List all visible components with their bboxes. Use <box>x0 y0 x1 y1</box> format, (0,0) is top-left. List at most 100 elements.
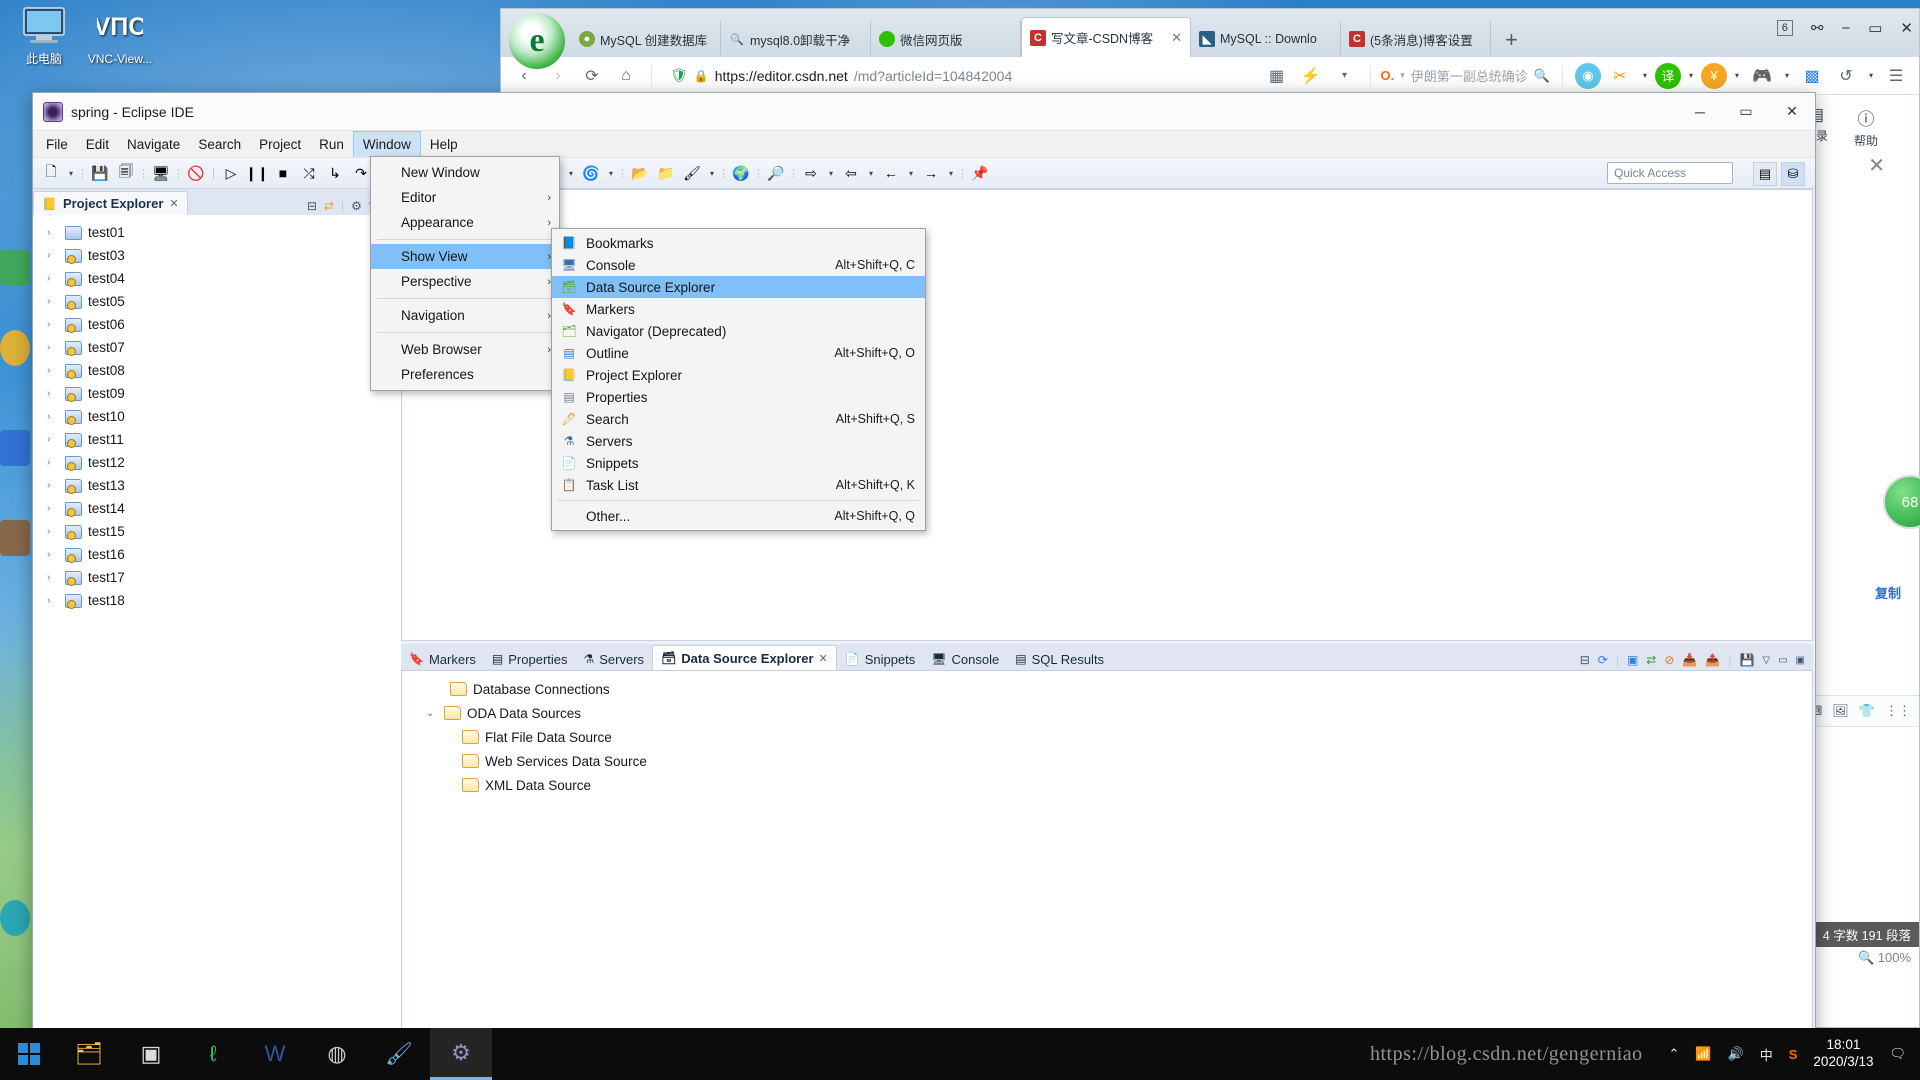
chevron-down-icon[interactable]: ⌄ <box>426 708 438 719</box>
search-input-value[interactable]: 伊朗第一副总统确诊 <box>1411 66 1528 85</box>
chevron-down-icon[interactable]: ▾ <box>865 169 877 178</box>
translate-icon[interactable]: 译 <box>1655 62 1681 89</box>
chevron-right-icon[interactable]: › <box>47 434 59 445</box>
tree-item[interactable]: › test16 <box>47 543 401 566</box>
show-view-snippets[interactable]: 📄 Snippets <box>552 452 925 474</box>
taskbar-edge[interactable]: ℓ <box>182 1028 244 1080</box>
taskbar-clock[interactable]: 18:01 2020/3/13 <box>1813 1037 1873 1071</box>
tree-item-xml-data-source[interactable]: XML Data Source <box>426 773 1812 797</box>
close-icon[interactable]: ✕ <box>1868 153 1885 178</box>
menu-item-show-view[interactable]: Show View › <box>371 244 559 269</box>
chevron-right-icon[interactable]: › <box>47 526 59 537</box>
chevron-down-icon[interactable]: ▽ <box>1762 655 1770 666</box>
tab-data-source-explorer[interactable]: 🗃 Data Source Explorer ✕ <box>652 645 837 670</box>
show-view-console[interactable]: 🖥 Console Alt+Shift+Q, C <box>552 254 925 276</box>
brush-icon[interactable]: 🖌 <box>680 161 704 185</box>
taskbar-word[interactable]: W <box>244 1028 306 1080</box>
tree-item[interactable]: › test15 <box>47 520 401 543</box>
import-icon[interactable]: 📥 <box>1682 653 1697 667</box>
forward-nav-icon[interactable]: → <box>919 161 943 185</box>
show-view-task-list[interactable]: 📋 Task List Alt+Shift+Q, K <box>552 474 925 496</box>
scissors-icon[interactable]: ✂ <box>1605 62 1635 90</box>
menu-item-new-window[interactable]: New Window <box>371 160 559 185</box>
chevron-right-icon[interactable]: › <box>47 572 59 583</box>
new-connection-icon[interactable]: ▣ <box>1627 653 1638 667</box>
save-icon[interactable]: 💾 <box>88 161 112 185</box>
tree-item[interactable]: › test05 <box>47 290 401 313</box>
wifi-icon[interactable]: 📶 <box>1695 1046 1711 1062</box>
search-box[interactable]: O. ▾ 伊朗第一副总统确诊 🔍 <box>1381 66 1550 85</box>
menu-file[interactable]: File <box>37 131 77 157</box>
record-icon[interactable]: ◉ <box>1575 62 1601 89</box>
menu-run[interactable]: Run <box>310 131 353 157</box>
shield-icon[interactable]: ¥ <box>1701 62 1727 89</box>
show-view-submenu[interactable]: 📘 Bookmarks 🖥 Console Alt+Shift+Q, C 🗃 D… <box>551 228 926 531</box>
chevron-right-icon[interactable]: › <box>47 411 59 422</box>
show-view-search[interactable]: 🖊 Search Alt+Shift+Q, S <box>552 408 925 430</box>
menu-project[interactable]: Project <box>250 131 310 157</box>
chevron-right-icon[interactable]: › <box>47 296 59 307</box>
suspend-icon[interactable]: ❙❙ <box>245 161 269 185</box>
chevron-down-icon[interactable]: ▾ <box>565 169 577 178</box>
view-menu-icon[interactable]: 💾 <box>1739 653 1754 667</box>
pin-icon[interactable]: ⚯ <box>1811 19 1824 37</box>
tree-item[interactable]: › test06 <box>47 313 401 336</box>
chevron-down-icon[interactable]: ▾ <box>1400 70 1405 81</box>
tree-item[interactable]: › test11 <box>47 428 401 451</box>
tab-snippets[interactable]: 📄 Snippets <box>837 648 924 670</box>
close-icon[interactable]: ✕ <box>169 197 178 210</box>
connect-icon[interactable]: ⇄ <box>1646 653 1656 667</box>
menu-item-appearance[interactable]: Appearance › <box>371 210 559 235</box>
maximize-icon[interactable]: ▣ <box>1796 655 1805 666</box>
chevron-right-icon[interactable]: › <box>47 342 59 353</box>
taskbar-chrome[interactable]: ◍ <box>306 1028 368 1080</box>
browser-tab[interactable]: 微信网页版 <box>871 21 1021 57</box>
taskbar-file-explorer[interactable]: 🗂 <box>58 1028 120 1080</box>
undo-icon[interactable]: ↺ <box>1831 62 1861 90</box>
tree-item[interactable]: › test10 <box>47 405 401 428</box>
chevron-up-icon[interactable]: ⌃ <box>1668 1046 1679 1062</box>
start-button[interactable] <box>0 1028 58 1080</box>
menu-search[interactable]: Search <box>189 131 250 157</box>
chevron-right-icon[interactable]: › <box>47 227 59 238</box>
collapse-all-icon[interactable]: ⊟ <box>307 199 317 213</box>
tree-item-web-services-data-source[interactable]: Web Services Data Source <box>426 749 1812 773</box>
show-view-project-explorer[interactable]: 📒 Project Explorer <box>552 364 925 386</box>
menu-item-web-browser[interactable]: Web Browser › <box>371 337 559 362</box>
browser-tab[interactable]: C (5条消息)博客设置 <box>1341 21 1491 57</box>
open-perspective-button[interactable]: ▤ <box>1753 162 1777 186</box>
home-icon[interactable]: ⌂ <box>611 62 641 90</box>
view-menu-icon[interactable]: ⚙ <box>351 199 362 213</box>
taskbar-terminal[interactable]: ▣ <box>120 1028 182 1080</box>
perspective-java-ee-button[interactable]: ⛁ <box>1781 162 1805 186</box>
chevron-down-icon[interactable]: ▾ <box>945 169 957 178</box>
chevron-right-icon[interactable]: › <box>47 480 59 491</box>
step-into-icon[interactable]: ↳ <box>323 161 347 185</box>
copy-link[interactable]: 复制 <box>1875 583 1901 602</box>
resume-icon[interactable]: ▷ <box>219 161 243 185</box>
menu-item-navigation[interactable]: Navigation › <box>371 303 559 328</box>
menu-item-preferences[interactable]: Preferences <box>371 362 559 387</box>
open-folder-icon[interactable]: 📁 <box>654 161 678 185</box>
notification-icon[interactable]: 🗨 <box>1889 1046 1906 1062</box>
chevron-down-icon[interactable]: ▾ <box>605 169 617 178</box>
taskbar-paint[interactable]: 🖌 <box>368 1028 430 1080</box>
minimize-icon[interactable]: ▭ <box>1778 655 1787 666</box>
tree-item[interactable]: › test18 <box>47 589 401 612</box>
chevron-down-icon[interactable]: ▾ <box>1639 71 1651 80</box>
chevron-right-icon[interactable]: › <box>47 250 59 261</box>
reload-icon[interactable]: ⟳ <box>577 62 607 90</box>
menu-item-perspective[interactable]: Perspective › <box>371 269 559 294</box>
menu-help[interactable]: Help <box>421 131 467 157</box>
tab-properties[interactable]: ▤ Properties <box>484 648 576 670</box>
menu-item-editor[interactable]: Editor › <box>371 185 559 210</box>
disconnect-icon[interactable]: ⤮ <box>297 161 321 185</box>
chevron-right-icon[interactable]: › <box>47 319 59 330</box>
desktop-icon-vnc[interactable]: VΠC VNC-View... <box>82 6 158 67</box>
maximize-button[interactable]: ▭ <box>1723 93 1769 131</box>
maximize-button[interactable]: ▭ <box>1868 19 1882 37</box>
tree-item[interactable]: › test03 <box>47 244 401 267</box>
chevron-right-icon[interactable]: › <box>47 273 59 284</box>
export-icon[interactable]: 📤 <box>1705 653 1720 667</box>
tree-item[interactable]: › test13 <box>47 474 401 497</box>
